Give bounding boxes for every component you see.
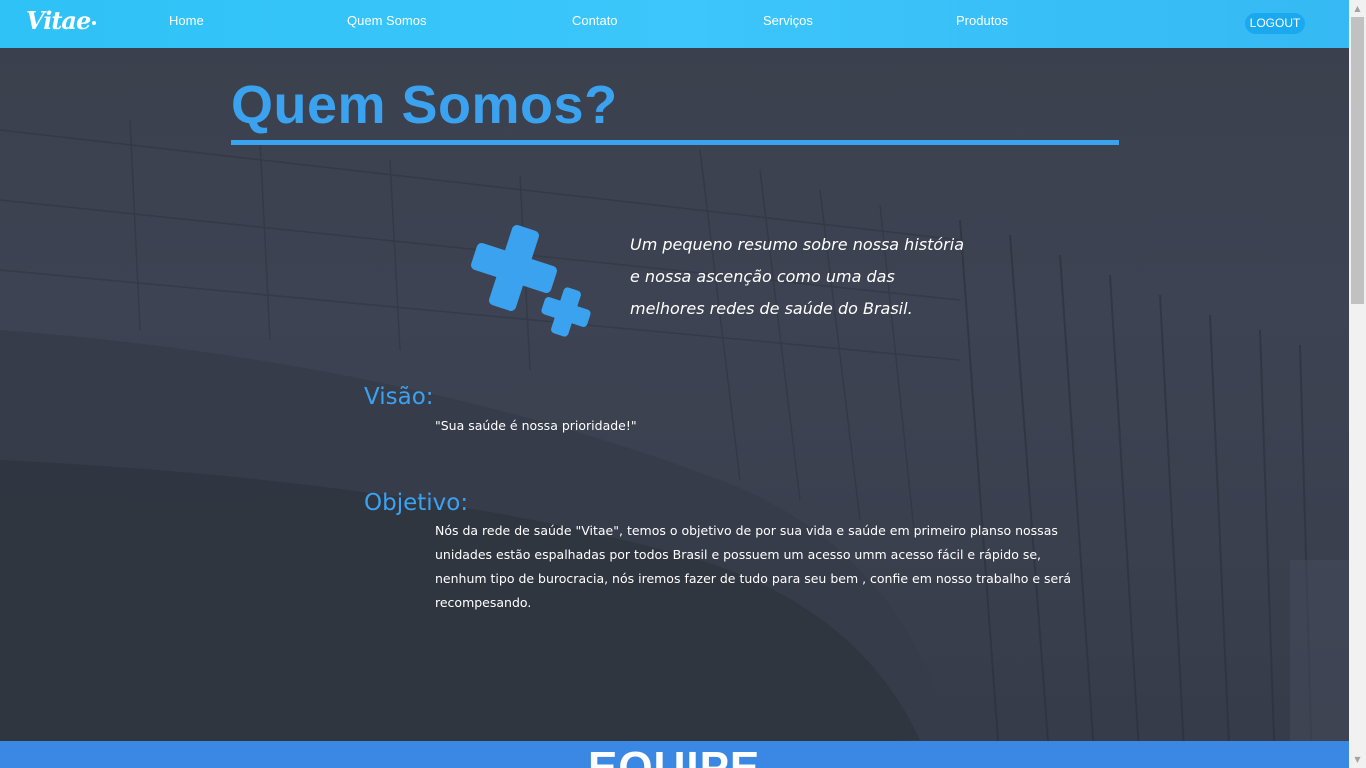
nav-servicos[interactable]: Serviços (763, 13, 813, 28)
logo-dot (92, 20, 97, 25)
nav-contato[interactable]: Contato (572, 13, 618, 28)
about-summary: Um pequeno resumo sobre nossa história e… (630, 235, 964, 318)
logo-text: Vitae (26, 6, 91, 35)
equipe-section: EQUIPE (0, 741, 1349, 768)
objetivo-text: Nós da rede de saúde "Vitae", temos o ob… (435, 523, 1072, 610)
title-underline (231, 140, 1119, 145)
medical-cross-icon (468, 222, 598, 346)
nav-home[interactable]: Home (169, 13, 204, 28)
scroll-thumb[interactable] (1351, 17, 1364, 304)
vertical-scrollbar[interactable]: ▲ ▼ (1349, 0, 1366, 768)
nav-produtos[interactable]: Produtos (956, 13, 1008, 28)
scroll-down-icon[interactable]: ▼ (1349, 751, 1366, 768)
equipe-title: EQUIPE (588, 743, 761, 768)
visao-heading: Visão: (364, 384, 434, 410)
nav-quem-somos[interactable]: Quem Somos (347, 13, 426, 28)
scroll-up-icon[interactable]: ▲ (1349, 0, 1366, 17)
vitae-logo-icon[interactable]: Vitae (26, 6, 97, 35)
top-navbar: Vitae Home Quem Somos Contato Serviços P… (0, 0, 1349, 48)
background-building-image (0, 0, 1349, 768)
visao-text: "Sua saúde é nossa prioridade!" (435, 418, 637, 433)
page-title: Quem Somos? (231, 75, 618, 135)
objetivo-heading: Objetivo: (364, 490, 469, 516)
logout-button[interactable]: LOGOUT (1245, 13, 1305, 34)
